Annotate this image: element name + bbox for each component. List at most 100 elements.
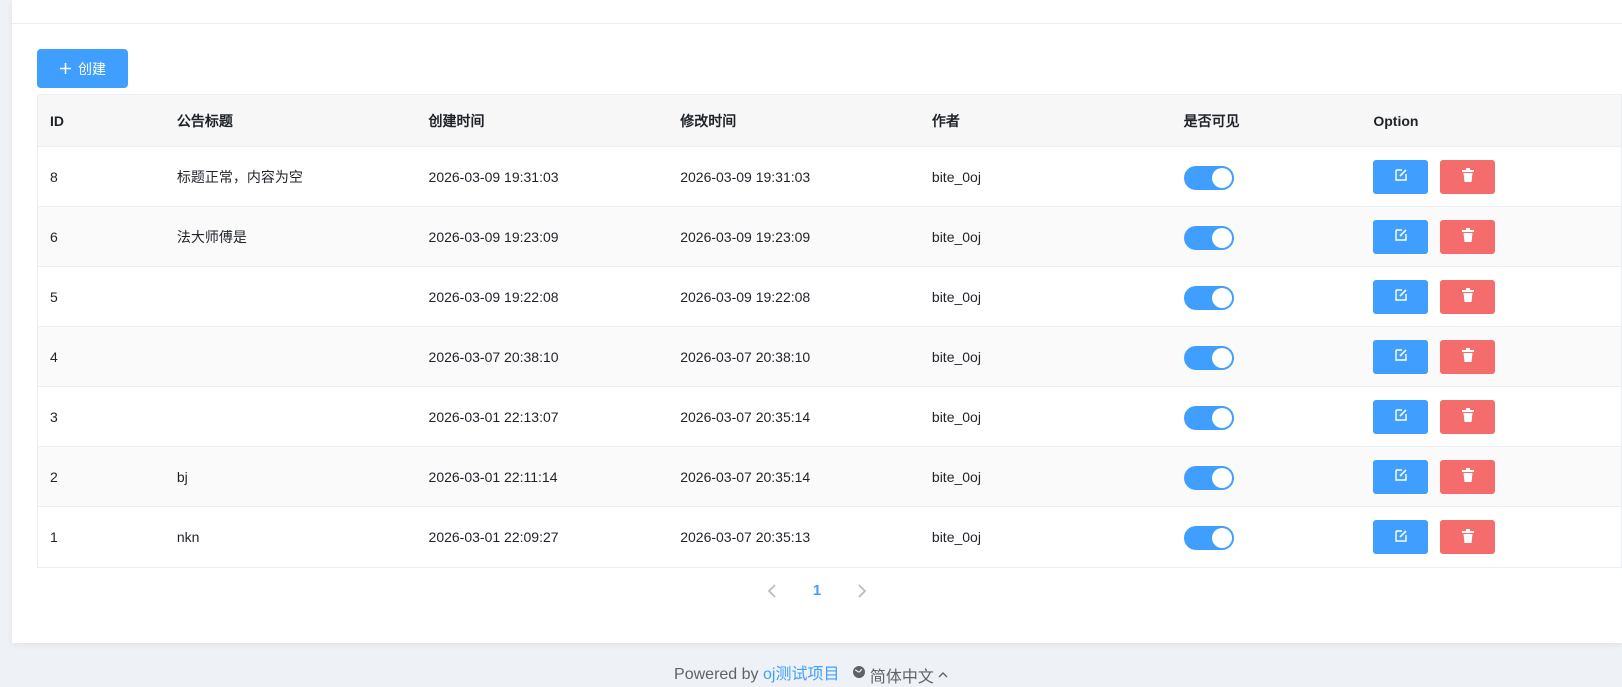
cell-created: 2026-03-01 22:11:14 [428, 468, 558, 485]
cell-option [1361, 279, 1621, 314]
page-number-current[interactable]: 1 [807, 582, 827, 599]
visibility-toggle[interactable] [1183, 165, 1234, 190]
table-row: 1 nkn 2026-03-01 22:09:27 2026-03-07 20:35:… [38, 507, 1621, 567]
cell-created: 2026-03-09 19:31:03 [428, 168, 559, 185]
toggle-knob [1211, 407, 1232, 428]
edit-button[interactable] [1373, 399, 1429, 434]
edit-button[interactable] [1373, 279, 1429, 314]
main-card: 创建 ID 公告标题 创建时间 修改时间 作者 是否可见 Option 8 标题正… [12, 0, 1622, 643]
powered-by-text: Powered by [674, 666, 759, 683]
cell-option [1361, 399, 1621, 434]
create-button[interactable]: 创建 [37, 49, 128, 88]
cell-author: bite_0oj [931, 468, 981, 485]
cell-title: bj [176, 468, 188, 485]
cell-created: 2026-03-07 20:38:10 [428, 348, 559, 365]
cell-modified: 2026-03-07 20:35:13 [680, 529, 811, 545]
pagination: 1 [12, 582, 1622, 599]
cell-modified: 2026-03-07 20:38:10 [680, 348, 811, 365]
visibility-toggle[interactable] [1183, 345, 1234, 370]
edit-button[interactable] [1373, 219, 1429, 254]
visibility-toggle[interactable] [1183, 465, 1234, 490]
next-page-icon[interactable] [857, 583, 867, 598]
chevron-up-icon [938, 666, 948, 684]
delete-button[interactable] [1440, 459, 1496, 494]
delete-button[interactable] [1440, 279, 1496, 314]
trash-icon [1461, 348, 1474, 365]
edit-button[interactable] [1373, 339, 1429, 374]
delete-button[interactable] [1440, 219, 1496, 254]
trash-icon [1461, 168, 1474, 185]
edit-icon [1394, 408, 1408, 425]
create-button-label: 创建 [78, 60, 106, 77]
edit-icon [1394, 529, 1408, 546]
cell-id: 2 [50, 468, 58, 485]
trash-icon [1461, 528, 1474, 546]
toggle-knob [1211, 287, 1232, 308]
table-header: ID 公告标题 创建时间 修改时间 作者 是否可见 Option [38, 95, 1621, 147]
header-title: 公告标题 [176, 112, 233, 129]
language-label: 简体中文 [869, 668, 934, 686]
edit-button[interactable] [1373, 459, 1429, 494]
cell-option [1361, 339, 1621, 374]
edit-button[interactable] [1373, 159, 1429, 194]
trash-icon [1461, 408, 1474, 425]
trash-icon [1461, 468, 1474, 485]
project-link[interactable]: oj测试项目 [763, 666, 839, 683]
cell-option [1361, 159, 1621, 194]
table-row: 3 2026-03-01 22:13:07 2026-03-07 20:35:14 b… [38, 387, 1621, 447]
cell-id: 5 [50, 288, 58, 305]
cell-title: 标题正常，内容为空 [176, 168, 303, 185]
cell-title: 法大师傅是 [176, 228, 247, 245]
cell-id: 4 [50, 348, 58, 365]
cell-created: 2026-03-09 19:22:08 [428, 288, 559, 305]
delete-button[interactable] [1440, 159, 1496, 194]
edit-icon [1394, 468, 1408, 485]
edit-icon [1394, 348, 1408, 365]
cell-author: bite_0oj [931, 408, 981, 425]
table-body: 8 标题正常，内容为空 2026-03-09 19:31:03 2026-03-09 … [38, 147, 1621, 567]
cell-visible [1172, 344, 1362, 370]
cell-created: 2026-03-01 22:13:07 [428, 408, 559, 425]
visibility-toggle[interactable] [1183, 225, 1234, 250]
plus-icon [59, 62, 72, 75]
header-created: 创建时间 [428, 112, 485, 129]
cell-created: 2026-03-09 19:23:09 [428, 228, 559, 245]
cell-visible [1172, 464, 1362, 490]
header-visible: 是否可见 [1183, 112, 1240, 129]
table-row: 2 bj 2026-03-01 22:11:14 2026-03-07 20:35:1… [38, 447, 1621, 507]
visibility-toggle[interactable] [1183, 526, 1234, 550]
edit-icon [1394, 288, 1408, 305]
header-id: ID [50, 112, 64, 129]
cell-modified: 2026-03-07 20:35:14 [680, 408, 811, 425]
edit-button[interactable] [1373, 520, 1429, 554]
announcement-table: ID 公告标题 创建时间 修改时间 作者 是否可见 Option 8 标题正常，内… [37, 94, 1622, 568]
toggle-knob [1211, 167, 1232, 188]
cell-title: nkn [176, 529, 200, 545]
cell-author: bite_0oj [931, 529, 981, 545]
cell-option [1361, 459, 1621, 494]
cell-modified: 2026-03-07 20:35:14 [680, 468, 811, 485]
visibility-toggle[interactable] [1183, 405, 1234, 430]
cell-id: 3 [50, 408, 58, 425]
cell-visible [1172, 524, 1362, 550]
cell-author: bite_0oj [931, 168, 981, 185]
table-row: 8 标题正常，内容为空 2026-03-09 19:31:03 2026-03-09 … [38, 147, 1621, 207]
cell-modified: 2026-03-09 19:31:03 [680, 168, 811, 185]
cell-modified: 2026-03-09 19:22:08 [680, 288, 811, 305]
delete-button[interactable] [1440, 520, 1496, 554]
trash-icon [1461, 228, 1474, 245]
table-row: 5 2026-03-09 19:22:08 2026-03-09 19:22:08 b… [38, 267, 1621, 327]
cell-author: bite_0oj [931, 228, 981, 245]
language-selector[interactable]: 简体中文 [852, 663, 948, 687]
delete-button[interactable] [1440, 399, 1496, 434]
card-divider [12, 23, 1622, 24]
footer: Powered by oj测试项目 简体中文 [0, 660, 1622, 687]
globe-icon [852, 665, 866, 684]
delete-button[interactable] [1440, 339, 1496, 374]
toggle-knob [1211, 528, 1232, 548]
cell-id: 6 [50, 228, 58, 245]
cell-modified: 2026-03-09 19:23:09 [680, 228, 811, 245]
visibility-toggle[interactable] [1183, 285, 1234, 310]
cell-author: bite_0oj [931, 288, 981, 305]
prev-page-icon[interactable] [767, 583, 777, 598]
